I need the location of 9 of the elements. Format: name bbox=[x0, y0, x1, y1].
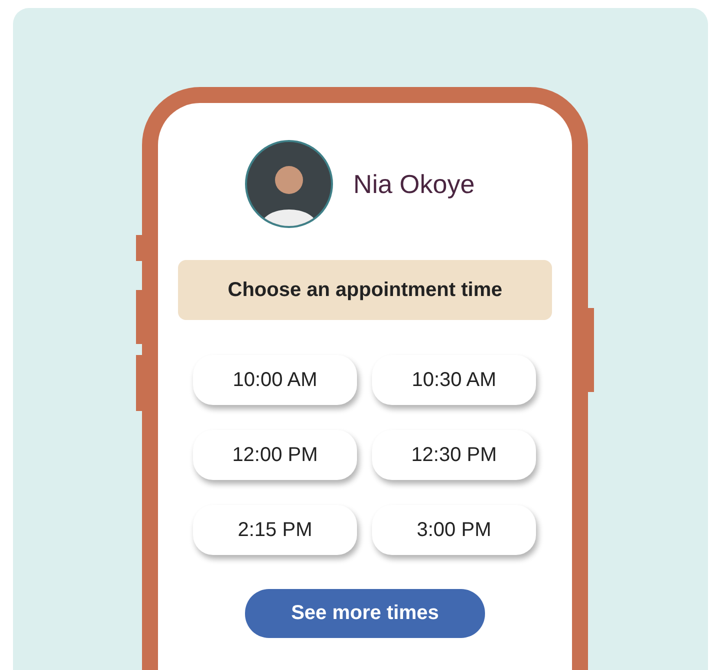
time-slot-button[interactable]: 2:15 PM bbox=[193, 505, 357, 555]
profile-name: Nia Okoye bbox=[353, 168, 475, 200]
time-slot-button[interactable]: 12:00 PM bbox=[193, 430, 357, 480]
banner-title: Choose an appointment time bbox=[178, 260, 552, 320]
time-slot-button[interactable]: 10:30 AM bbox=[372, 355, 536, 405]
time-slot-button[interactable]: 10:00 AM bbox=[193, 355, 357, 405]
time-slot-button[interactable]: 12:30 PM bbox=[372, 430, 536, 480]
see-more-button[interactable]: See more times bbox=[245, 589, 485, 638]
time-slot-button[interactable]: 3:00 PM bbox=[372, 505, 536, 555]
